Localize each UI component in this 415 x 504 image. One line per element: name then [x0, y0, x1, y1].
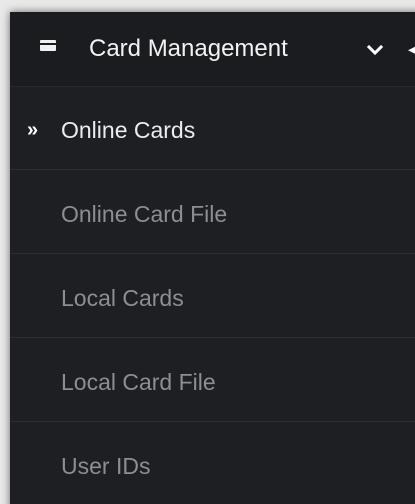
credit-card-icon	[40, 40, 56, 51]
collapse-icon[interactable]: ◀	[408, 39, 415, 61]
sidebar-item-label: User IDs	[61, 453, 151, 479]
sidebar-item-label: Local Card File	[61, 369, 216, 395]
sidebar-item-label: Online Card File	[61, 201, 228, 227]
header-title: Card Management	[89, 35, 288, 62]
sidebar-item-online-cards[interactable]: » Online Cards	[10, 86, 415, 170]
sidebar-item-user-ids[interactable]: User IDs	[10, 422, 415, 504]
chevron-down-icon[interactable]	[364, 39, 386, 61]
sidebar-item-label: Local Cards	[61, 285, 184, 311]
sidebar-item-local-card-file[interactable]: Local Card File	[10, 338, 415, 422]
sidebar-item-online-card-file[interactable]: Online Card File	[10, 170, 415, 254]
sidebar-item-local-cards[interactable]: Local Cards	[10, 254, 415, 338]
screenshot-frame: Card Management ◀ » Online Cards Online …	[0, 0, 415, 504]
card-management-menu: » Online Cards Online Card File Local Ca…	[10, 86, 415, 504]
card-management-panel: Card Management ◀ » Online Cards Online …	[10, 12, 415, 504]
active-chevron-icon: »	[27, 119, 39, 141]
card-management-header[interactable]: Card Management ◀	[10, 12, 415, 87]
sidebar-item-label: Online Cards	[61, 117, 196, 143]
